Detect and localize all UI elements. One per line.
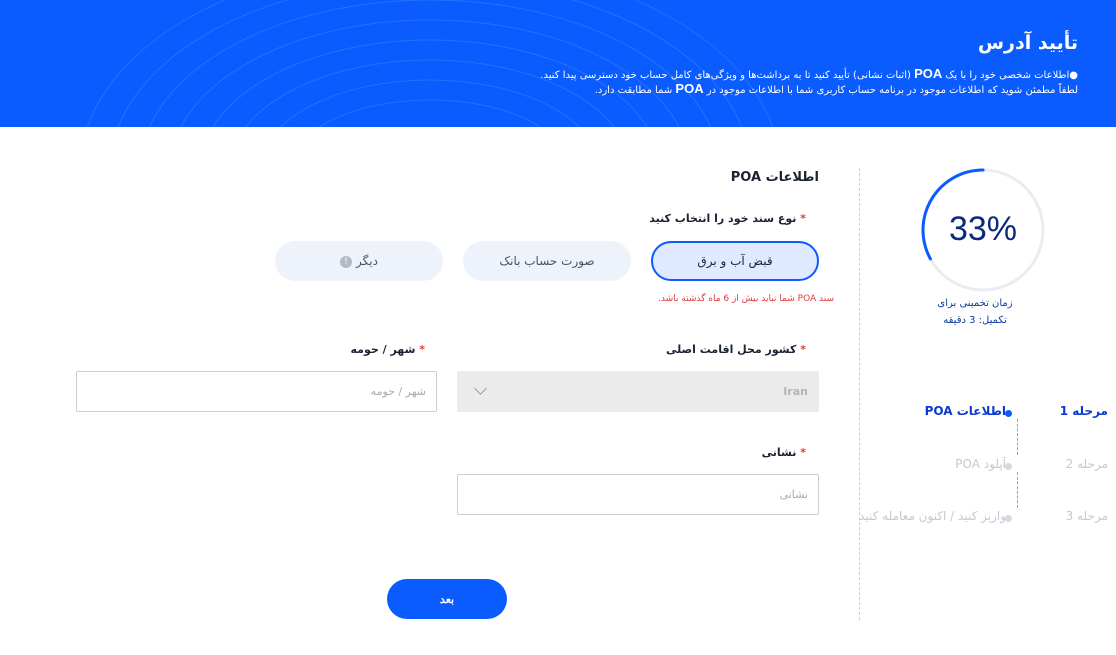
step-3-label: واریز کنید / اکنون معامله کنید — [859, 509, 1006, 523]
header-banner: تأیید آدرس ●اطلاعات شخصی خود را با یک PO… — [0, 0, 1116, 127]
eta-text-1: زمان تخمینی برای — [937, 298, 1013, 309]
address-input[interactable]: نشانی — [457, 474, 819, 515]
option-utility-bill[interactable]: قبض آب و برق — [651, 241, 819, 281]
address-label: * نشانی — [761, 446, 806, 459]
section-title: اطلاعات POA — [730, 170, 819, 185]
step-connector-1 — [1017, 419, 1018, 455]
info-icon: ! — [340, 255, 353, 268]
document-age-error: سند POA شما نباید بیش از 6 ماه گذشته باش… — [658, 294, 834, 304]
country-label: * کشور محل اقامت اصلی — [665, 343, 806, 356]
step-1-number: مرحله 1 — [1059, 404, 1108, 418]
option-other[interactable]: دیگر! — [275, 241, 443, 281]
header-description-1: ●اطلاعات شخصی خود را با یک POA (اثبات نش… — [540, 66, 1078, 81]
step-2-number: مرحله 2 — [1065, 457, 1108, 471]
step-3-number: مرحله 3 — [1065, 509, 1108, 523]
sidebar-divider — [859, 168, 860, 620]
step-3-dot — [1005, 515, 1012, 522]
wave-decoration — [86, 0, 774, 127]
eta-text-2: تکمیل: 3 دقیقه — [943, 315, 1007, 326]
page-title: تأیید آدرس — [977, 32, 1078, 54]
step-1-dot — [1005, 410, 1012, 417]
step-connector-2 — [1017, 472, 1018, 508]
header-description-2: لطفاً مطمئن شوید که اطلاعات موجود در برن… — [594, 81, 1078, 96]
step-1-label: اطلاعات POA — [924, 404, 1006, 418]
progress-percent: 33% — [948, 210, 1018, 248]
chevron-down-icon — [474, 382, 487, 395]
doc-type-label: * نوع سند خود را انتخاب کنید — [649, 212, 806, 225]
step-2-label: آپلود POA — [955, 457, 1006, 471]
next-button[interactable]: بعد — [387, 579, 507, 619]
step-2-dot — [1005, 463, 1012, 470]
country-select[interactable]: Iran — [457, 371, 819, 412]
option-bank-statement[interactable]: صورت حساب بانک — [463, 241, 631, 281]
city-input[interactable]: شهر / حومه — [76, 371, 437, 412]
city-label: * شهر / حومه — [350, 343, 425, 356]
